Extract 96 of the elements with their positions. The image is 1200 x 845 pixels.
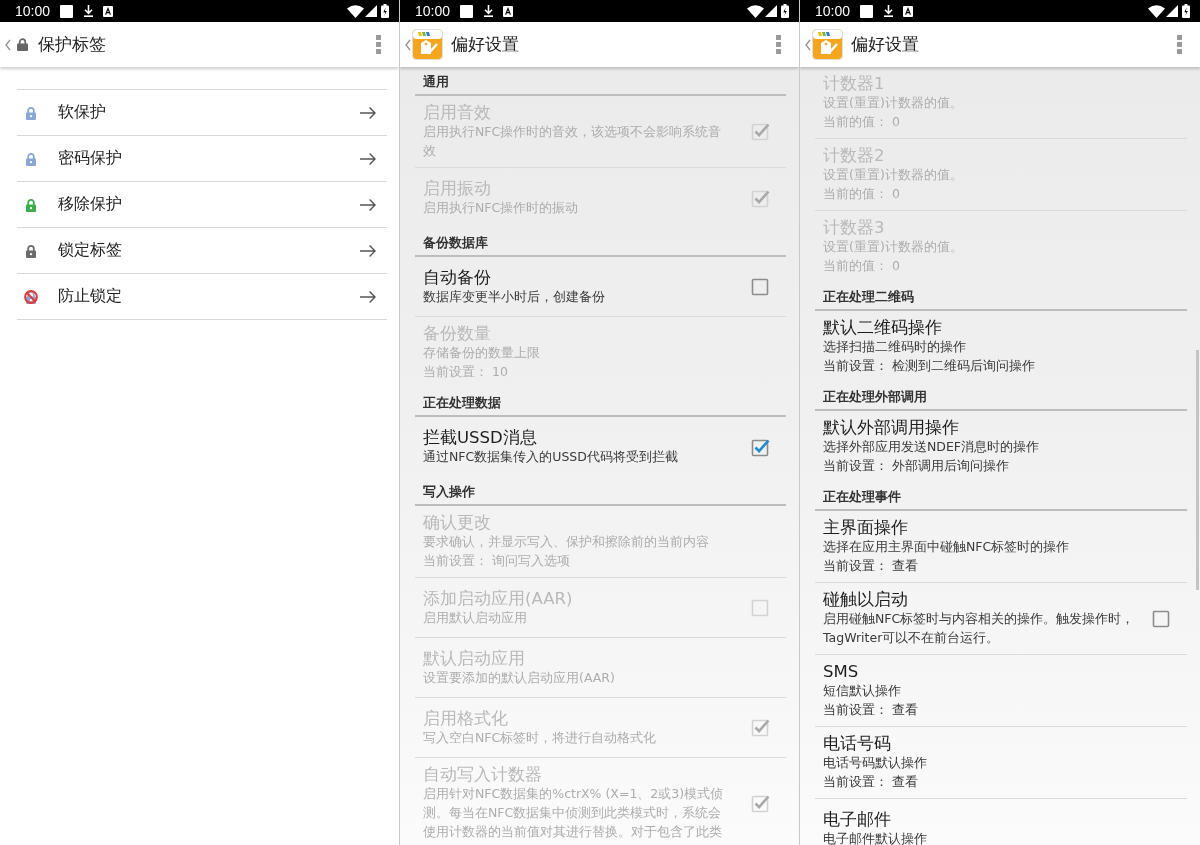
setting-title[interactable]: 电子邮件 bbox=[823, 810, 1187, 829]
arrow-right-icon bbox=[360, 244, 376, 257]
menu-item[interactable]: 防止锁定 bbox=[17, 274, 387, 320]
back-chevron-icon[interactable] bbox=[405, 38, 411, 51]
checkbox[interactable] bbox=[750, 598, 770, 617]
setting-summary: 启用针对NFC数据集的%ctrX% (X=1、2或3)模式侦测。每当在NFC数据集中侦测到此类模式时，系统会使用计数器的当前值对其进行替换。对于包含了此类 bbox=[423, 785, 725, 841]
setting-summary: 选择外部应用发送NDEF消息时的操作 bbox=[823, 438, 1041, 456]
category-header: 正在处理事件 bbox=[823, 489, 901, 505]
setting-summary: 电子邮件默认操作 bbox=[823, 830, 928, 845]
checkbox[interactable] bbox=[750, 122, 770, 141]
signal-icon bbox=[1166, 5, 1178, 17]
tag-app-icon bbox=[412, 29, 443, 60]
menu-item[interactable]: 锁定标签 bbox=[17, 228, 387, 274]
category-header: 写入操作 bbox=[423, 484, 475, 500]
setting-summary: 数据库变更半小时后，创建备份 bbox=[423, 287, 606, 306]
checkbox[interactable] bbox=[750, 188, 770, 208]
arrow-right-icon bbox=[360, 198, 376, 211]
lock-icon bbox=[17, 38, 28, 51]
setting-summary: 设置(重置)计数器的值。 bbox=[823, 94, 964, 112]
toolbar-title: 偏好设置 bbox=[451, 33, 519, 56]
setting-summary: 通过NFC数据集传入的USSD代码将受到拦截 bbox=[423, 448, 679, 466]
square-notification-icon bbox=[860, 4, 874, 18]
arrow-right-icon bbox=[360, 152, 376, 165]
battery-icon bbox=[781, 4, 789, 18]
setting-value: 当前设置： 检测到二维码后询问操作 bbox=[823, 357, 1036, 375]
square-notification-icon bbox=[460, 4, 474, 18]
setting-value: 当前设置： 查看 bbox=[823, 701, 919, 719]
status-time: 10:00 bbox=[415, 2, 451, 21]
toolbar-title: 偏好设置 bbox=[851, 33, 919, 56]
setting-value: 当前设置： 外部调用后询问操作 bbox=[823, 457, 1010, 475]
download-icon bbox=[84, 5, 94, 17]
status-time: 10:00 bbox=[15, 2, 51, 21]
letter-tile-icon bbox=[503, 5, 514, 17]
setting-summary: 要求确认，并显示写入、保护和擦除前的当前内容 bbox=[423, 533, 710, 551]
setting-title[interactable]: 拦截USSD消息 bbox=[423, 428, 734, 447]
overflow-menu-icon[interactable] bbox=[1177, 35, 1182, 54]
setting-value: 当前的值： 0 bbox=[823, 113, 901, 131]
setting-title[interactable]: 碰触以启动 bbox=[823, 590, 1135, 609]
checkbox[interactable] bbox=[750, 718, 770, 737]
setting-title[interactable]: 默认二维码操作 bbox=[823, 318, 1187, 337]
setting-value: 当前设置： 10 bbox=[423, 363, 509, 381]
category-header: 正在处理二维码 bbox=[823, 289, 914, 305]
back-chevron-icon[interactable] bbox=[805, 38, 811, 51]
setting-summary: 写入空白NFC标签时，将进行自动格式化 bbox=[423, 728, 658, 747]
menu-item[interactable]: 移除保护 bbox=[17, 182, 387, 228]
checkbox[interactable] bbox=[750, 437, 770, 457]
battery-icon bbox=[1182, 4, 1190, 18]
square-notification-icon bbox=[60, 4, 74, 18]
setting-summary: 选择扫描二维码时的操作 bbox=[823, 338, 967, 356]
setting-summary: 存储备份的数量上限 bbox=[423, 344, 541, 362]
setting-summary: 短信默认操作 bbox=[823, 682, 902, 700]
menu-item[interactable]: 密码保护 bbox=[17, 136, 387, 182]
category-header: 正在处理数据 bbox=[423, 395, 501, 411]
setting-title[interactable]: SMS bbox=[823, 662, 1187, 681]
setting-summary: 启用碰触NFC标签时与内容相关的操作。触发操作时，TagWriter可以不在前台运行。 bbox=[823, 610, 1135, 647]
setting-value: 当前的值： 0 bbox=[823, 185, 901, 203]
setting-summary: 设置(重置)计数器的值。 bbox=[823, 166, 964, 184]
back-chevron-icon[interactable] bbox=[5, 38, 11, 51]
setting-value: 当前设置： 查看 bbox=[823, 557, 919, 575]
signal-icon bbox=[365, 5, 377, 17]
setting-value: 当前设置： 查看 bbox=[823, 773, 919, 791]
overflow-menu-icon[interactable] bbox=[776, 35, 781, 54]
toolbar-title: 保护标签 bbox=[38, 33, 106, 56]
checkbox[interactable] bbox=[750, 793, 770, 813]
wifi-icon bbox=[1148, 4, 1165, 18]
setting-value: 当前的值： 0 bbox=[823, 257, 901, 275]
wifi-icon bbox=[347, 4, 364, 18]
setting-summary: 设置要添加的默认启动应用(AAR) bbox=[423, 668, 616, 687]
setting-value: 当前设置： 询问写入选项 bbox=[423, 552, 571, 570]
tag-app-icon bbox=[812, 29, 843, 60]
arrow-right-icon bbox=[360, 290, 376, 303]
checkbox[interactable] bbox=[750, 277, 770, 296]
setting-title[interactable]: 默认外部调用操作 bbox=[823, 418, 1187, 437]
menu-item[interactable]: 软保护 bbox=[17, 90, 387, 136]
download-icon bbox=[484, 5, 494, 17]
setting-title[interactable]: 自动备份 bbox=[423, 267, 734, 287]
setting-title[interactable]: 电话号码 bbox=[823, 734, 1187, 753]
letter-tile-icon bbox=[903, 5, 914, 17]
setting-summary: 设置(重置)计数器的值。 bbox=[823, 238, 964, 256]
letter-tile-icon bbox=[103, 5, 114, 17]
signal-icon bbox=[765, 5, 777, 17]
wifi-icon bbox=[747, 4, 764, 18]
setting-summary: 启用默认启动应用 bbox=[423, 608, 528, 627]
setting-title[interactable]: 主界面操作 bbox=[823, 518, 1187, 537]
setting-summary: 电话号码默认操作 bbox=[823, 754, 928, 772]
checkbox[interactable] bbox=[1151, 609, 1171, 628]
status-time: 10:00 bbox=[815, 2, 851, 21]
arrow-right-icon bbox=[360, 106, 376, 119]
setting-summary: 选择在应用主界面中碰触NFC标签时的操作 bbox=[823, 538, 1071, 556]
overflow-menu-icon[interactable] bbox=[376, 35, 381, 54]
category-header: 正在处理外部调用 bbox=[823, 389, 927, 405]
category-header: 备份数据库 bbox=[423, 235, 488, 251]
setting-summary: 启用执行NFC操作时的振动 bbox=[423, 199, 580, 217]
download-icon bbox=[884, 5, 894, 17]
battery-icon bbox=[381, 4, 389, 18]
category-header: 通用 bbox=[423, 74, 449, 90]
